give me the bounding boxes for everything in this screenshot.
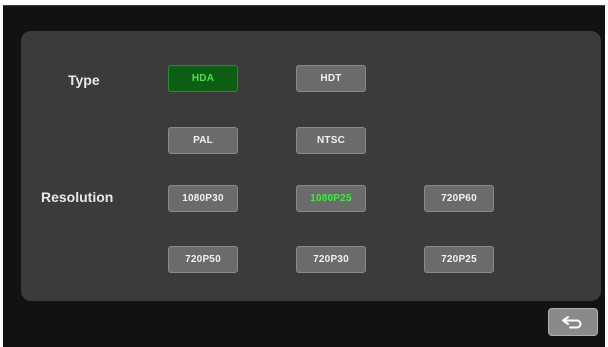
type-hda-button[interactable]: HDA — [168, 65, 238, 92]
type-ntsc-button[interactable]: NTSC — [296, 127, 366, 154]
resolution-720p50-button[interactable]: 720P50 — [168, 246, 238, 273]
resolution-1080p25-button[interactable]: 1080P25 — [296, 185, 366, 212]
resolution-1080p30-button[interactable]: 1080P30 — [168, 185, 238, 212]
resolution-720p25-button[interactable]: 720P25 — [424, 246, 494, 273]
return-arrow-icon — [562, 316, 582, 329]
back-button[interactable] — [548, 308, 598, 336]
settings-panel: Type Resolution HDA HDT PAL NTSC 1080P30… — [21, 31, 601, 301]
type-pal-button[interactable]: PAL — [168, 127, 238, 154]
resolution-720p30-button[interactable]: 720P30 — [296, 246, 366, 273]
type-label: Type — [68, 72, 100, 88]
type-hdt-button[interactable]: HDT — [296, 65, 366, 92]
resolution-720p60-button[interactable]: 720P60 — [424, 185, 494, 212]
screen: Type Resolution HDA HDT PAL NTSC 1080P30… — [3, 5, 605, 347]
resolution-label: Resolution — [41, 189, 114, 205]
